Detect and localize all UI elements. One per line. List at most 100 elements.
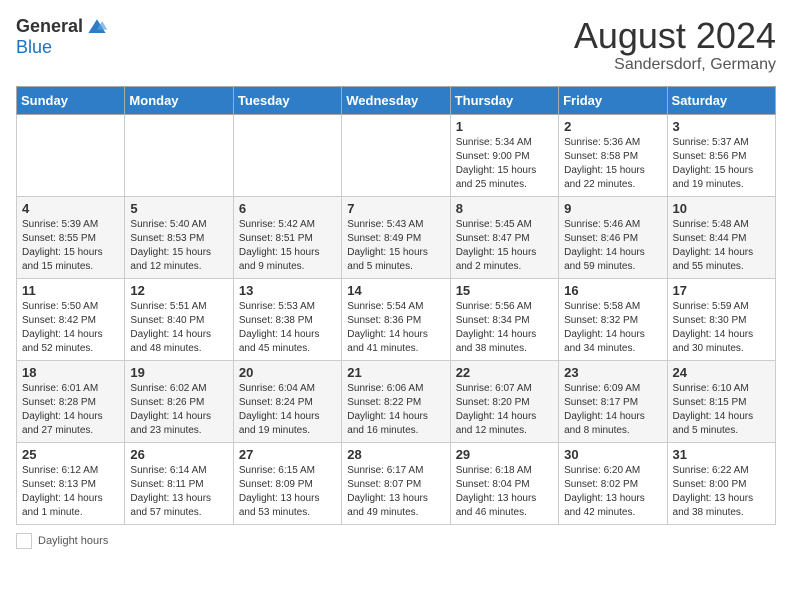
location-subtitle: Sandersdorf, Germany (574, 56, 776, 74)
calendar-cell: 17 Sunrise: 5:59 AM Sunset: 8:30 PM Dayli… (667, 278, 775, 360)
day-info: Sunrise: 5:34 AM Sunset: 9:00 PM Dayligh… (456, 136, 553, 192)
day-info: Sunrise: 6:17 AM Sunset: 8:07 PM Dayligh… (347, 464, 444, 520)
calendar-cell: 22 Sunrise: 6:07 AM Sunset: 8:20 PM Dayli… (450, 360, 558, 442)
day-info: Sunrise: 5:42 AM Sunset: 8:51 PM Dayligh… (239, 218, 336, 274)
day-info: Sunrise: 5:51 AM Sunset: 8:40 PM Dayligh… (130, 300, 227, 356)
day-info: Sunrise: 6:12 AM Sunset: 8:13 PM Dayligh… (22, 464, 119, 520)
calendar-cell: 24 Sunrise: 6:10 AM Sunset: 8:15 PM Dayli… (667, 360, 775, 442)
day-info: Sunrise: 5:36 AM Sunset: 8:58 PM Dayligh… (564, 136, 661, 192)
day-info: Sunrise: 5:58 AM Sunset: 8:32 PM Dayligh… (564, 300, 661, 356)
day-info: Sunrise: 6:06 AM Sunset: 8:22 PM Dayligh… (347, 382, 444, 438)
calendar-cell: 7Sunrise: 5:43 AM Sunset: 8:49 PM Daylig… (342, 196, 450, 278)
calendar-cell: 10 Sunrise: 5:48 AM Sunset: 8:44 PM Dayli… (667, 196, 775, 278)
day-number: 14 (347, 283, 444, 298)
day-info: Sunrise: 6:10 AM Sunset: 8:15 PM Dayligh… (673, 382, 770, 438)
day-number: 22 (456, 365, 553, 380)
day-number: 16 (564, 283, 661, 298)
day-info: Sunrise: 6:09 AM Sunset: 8:17 PM Dayligh… (564, 382, 661, 438)
day-info: Sunrise: 5:37 AM Sunset: 8:56 PM Dayligh… (673, 136, 770, 192)
day-number: 12 (130, 283, 227, 298)
calendar-cell: 19 Sunrise: 6:02 AM Sunset: 8:26 PM Dayli… (125, 360, 233, 442)
day-info: Sunrise: 5:53 AM Sunset: 8:38 PM Dayligh… (239, 300, 336, 356)
calendar-table: SundayMondayTuesdayWednesdayThursdayFrid… (16, 86, 776, 525)
calendar-cell: 20 Sunrise: 6:04 AM Sunset: 8:24 PM Dayli… (233, 360, 341, 442)
day-number: 15 (456, 283, 553, 298)
page-header: General Blue August 2024 Sandersdorf, Ge… (16, 16, 776, 74)
logo-general-text: General (16, 16, 83, 37)
calendar-cell: 31 Sunrise: 6:22 AM Sunset: 8:00 PM Dayli… (667, 442, 775, 524)
calendar-week-row: 25 Sunrise: 6:12 AM Sunset: 8:13 PM Dayli… (17, 442, 776, 524)
calendar-cell: 26 Sunrise: 6:14 AM Sunset: 8:11 PM Dayli… (125, 442, 233, 524)
calendar-cell: 21 Sunrise: 6:06 AM Sunset: 8:22 PM Dayli… (342, 360, 450, 442)
day-number: 29 (456, 447, 553, 462)
day-number: 4 (22, 201, 119, 216)
day-number: 26 (130, 447, 227, 462)
day-info: Sunrise: 6:22 AM Sunset: 8:00 PM Dayligh… (673, 464, 770, 520)
calendar-week-row: 11 Sunrise: 5:50 AM Sunset: 8:42 PM Dayli… (17, 278, 776, 360)
calendar-cell: 6 Sunrise: 5:42 AM Sunset: 8:51 PM Daylig… (233, 196, 341, 278)
day-info: Sunrise: 5:40 AM Sunset: 8:53 PM Dayligh… (130, 218, 227, 274)
footer-label: Daylight hours (38, 535, 108, 547)
calendar-cell: 16 Sunrise: 5:58 AM Sunset: 8:32 PM Dayli… (559, 278, 667, 360)
calendar-cell: 5 Sunrise: 5:40 AM Sunset: 8:53 PM Daylig… (125, 196, 233, 278)
calendar-cell: 9Sunrise: 5:46 AM Sunset: 8:46 PM Daylig… (559, 196, 667, 278)
calendar-week-row: 1 Sunrise: 5:34 AM Sunset: 9:00 PM Daylig… (17, 114, 776, 196)
day-number: 24 (673, 365, 770, 380)
day-number: 1 (456, 119, 553, 134)
logo-blue-text: Blue (16, 37, 52, 58)
day-number: 28 (347, 447, 444, 462)
day-info: Sunrise: 6:02 AM Sunset: 8:26 PM Dayligh… (130, 382, 227, 438)
day-info: Sunrise: 6:20 AM Sunset: 8:02 PM Dayligh… (564, 464, 661, 520)
day-info: Sunrise: 6:15 AM Sunset: 8:09 PM Dayligh… (239, 464, 336, 520)
calendar-cell: 30 Sunrise: 6:20 AM Sunset: 8:02 PM Dayli… (559, 442, 667, 524)
footer-legend-box (16, 533, 32, 549)
day-info: Sunrise: 6:18 AM Sunset: 8:04 PM Dayligh… (456, 464, 553, 520)
calendar-cell: 18Sunrise: 6:01 AM Sunset: 8:28 PM Dayli… (17, 360, 125, 442)
logo: General Blue (16, 16, 109, 58)
day-info: Sunrise: 5:45 AM Sunset: 8:47 PM Dayligh… (456, 218, 553, 274)
day-number: 11 (22, 283, 119, 298)
day-number: 27 (239, 447, 336, 462)
day-number: 23 (564, 365, 661, 380)
calendar-day-header: Tuesday (233, 86, 341, 114)
day-number: 31 (673, 447, 770, 462)
calendar-day-header: Monday (125, 86, 233, 114)
calendar-cell: 1 Sunrise: 5:34 AM Sunset: 9:00 PM Daylig… (450, 114, 558, 196)
day-number: 6 (239, 201, 336, 216)
day-number: 2 (564, 119, 661, 134)
day-number: 21 (347, 365, 444, 380)
day-info: Sunrise: 5:54 AM Sunset: 8:36 PM Dayligh… (347, 300, 444, 356)
day-number: 10 (673, 201, 770, 216)
day-number: 19 (130, 365, 227, 380)
title-block: August 2024 Sandersdorf, Germany (574, 16, 776, 74)
day-number: 17 (673, 283, 770, 298)
calendar-cell: 29 Sunrise: 6:18 AM Sunset: 8:04 PM Dayli… (450, 442, 558, 524)
logo-icon (85, 17, 109, 37)
calendar-header-row: SundayMondayTuesdayWednesdayThursdayFrid… (17, 86, 776, 114)
day-number: 25 (22, 447, 119, 462)
calendar-day-header: Thursday (450, 86, 558, 114)
day-info: Sunrise: 5:59 AM Sunset: 8:30 PM Dayligh… (673, 300, 770, 356)
day-number: 18 (22, 365, 119, 380)
calendar-cell (233, 114, 341, 196)
calendar-week-row: 4 Sunrise: 5:39 AM Sunset: 8:55 PM Daylig… (17, 196, 776, 278)
calendar-cell: 23 Sunrise: 6:09 AM Sunset: 8:17 PM Dayli… (559, 360, 667, 442)
day-number: 5 (130, 201, 227, 216)
calendar-day-header: Sunday (17, 86, 125, 114)
day-info: Sunrise: 5:48 AM Sunset: 8:44 PM Dayligh… (673, 218, 770, 274)
day-info: Sunrise: 5:43 AM Sunset: 8:49 PM Dayligh… (347, 218, 444, 274)
calendar-cell: 25 Sunrise: 6:12 AM Sunset: 8:13 PM Dayli… (17, 442, 125, 524)
day-info: Sunrise: 6:14 AM Sunset: 8:11 PM Dayligh… (130, 464, 227, 520)
calendar-cell (342, 114, 450, 196)
day-info: Sunrise: 5:39 AM Sunset: 8:55 PM Dayligh… (22, 218, 119, 274)
day-info: Sunrise: 6:07 AM Sunset: 8:20 PM Dayligh… (456, 382, 553, 438)
day-number: 20 (239, 365, 336, 380)
calendar-day-header: Friday (559, 86, 667, 114)
day-info: Sunrise: 5:50 AM Sunset: 8:42 PM Dayligh… (22, 300, 119, 356)
calendar-cell: 11 Sunrise: 5:50 AM Sunset: 8:42 PM Dayli… (17, 278, 125, 360)
day-number: 30 (564, 447, 661, 462)
calendar-cell: 27 Sunrise: 6:15 AM Sunset: 8:09 PM Dayli… (233, 442, 341, 524)
calendar-week-row: 18Sunrise: 6:01 AM Sunset: 8:28 PM Dayli… (17, 360, 776, 442)
day-number: 13 (239, 283, 336, 298)
day-info: Sunrise: 6:04 AM Sunset: 8:24 PM Dayligh… (239, 382, 336, 438)
